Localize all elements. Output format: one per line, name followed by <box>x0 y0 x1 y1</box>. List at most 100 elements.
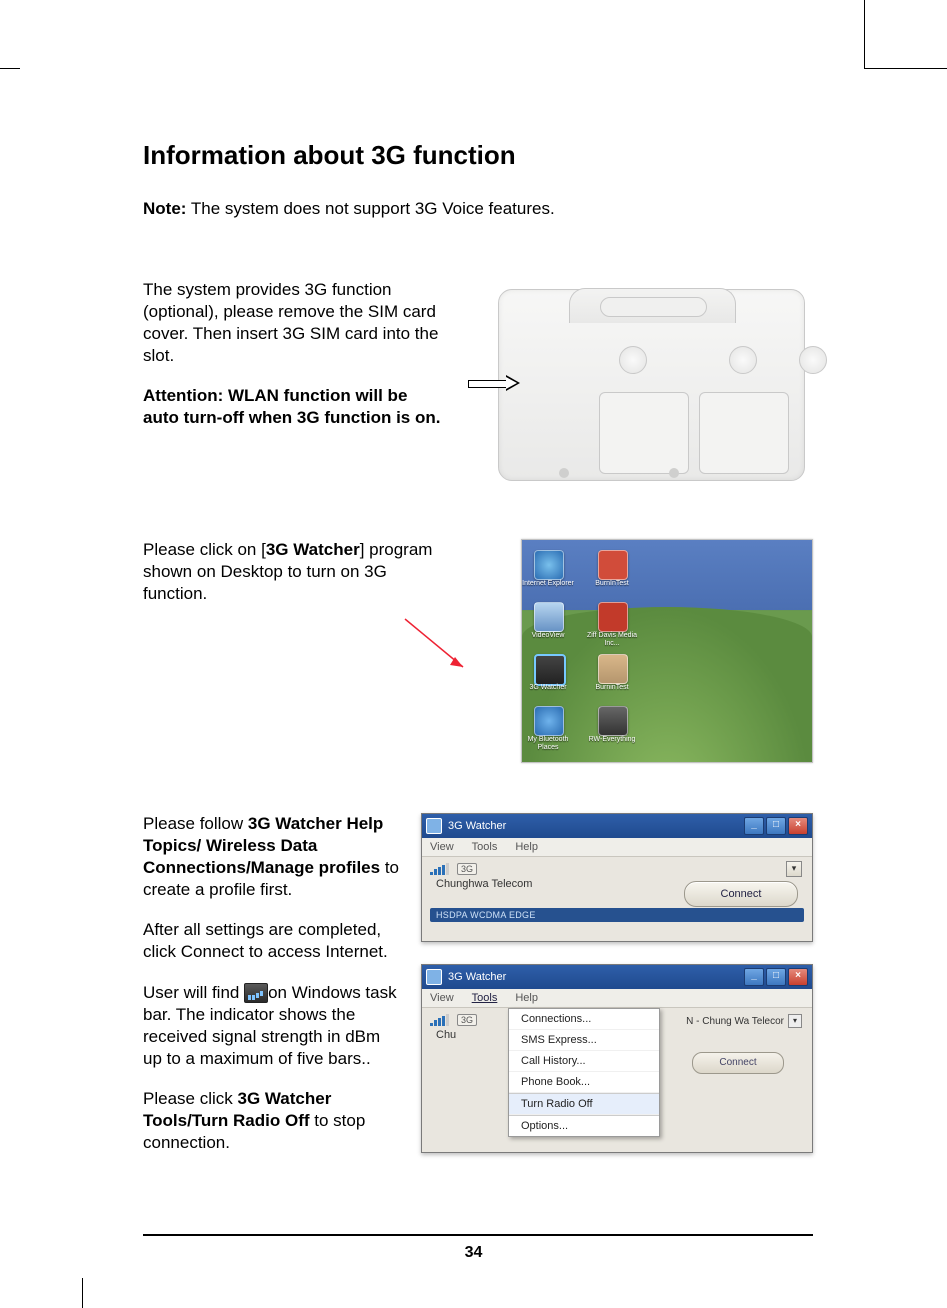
signal-bars-icon <box>430 863 449 875</box>
app-icon <box>426 818 442 834</box>
wlan-attention: Attention: WLAN function will be auto tu… <box>143 385 443 429</box>
section-watcher: Please follow 3G Watcher Help Topics/ Wi… <box>143 813 813 1175</box>
carrier-select[interactable]: N - Chung Wa Telecor ▾ <box>686 1014 802 1028</box>
menu-item-phone-book[interactable]: Phone Book... <box>509 1072 659 1093</box>
title-bar[interactable]: 3G Watcher _ □ × <box>422 814 812 838</box>
red-arrow-icon <box>403 617 473 677</box>
window-title: 3G Watcher <box>448 971 506 983</box>
footer-rule <box>143 1234 813 1236</box>
text-column: Please follow 3G Watcher Help Topics/ Wi… <box>143 813 403 1172</box>
crop-mark <box>864 0 865 68</box>
videoview-icon[interactable] <box>534 602 564 632</box>
close-button[interactable]: × <box>788 817 808 835</box>
window-buttons: _ □ × <box>744 817 808 835</box>
icon-label: RW-Everything <box>582 736 642 744</box>
chevron-down-icon[interactable]: ▾ <box>788 1014 802 1028</box>
figure-column <box>461 279 813 489</box>
battery-cover <box>599 392 689 474</box>
screw-icon <box>729 346 757 374</box>
title-bar[interactable]: 3G Watcher _ □ × <box>422 965 812 989</box>
sim-cover <box>699 392 789 474</box>
content-area: Information about 3G function Note: The … <box>143 140 813 1175</box>
icon-label: Internet Explorer <box>521 580 578 588</box>
rw-everything-icon[interactable] <box>598 706 628 736</box>
menu-item-turn-radio-off[interactable]: Turn Radio Off <box>509 1093 659 1115</box>
figure-column: Internet Explorer BurnInTest VideoView Z… <box>461 539 813 763</box>
text: Please click <box>143 1089 237 1108</box>
connect-button[interactable]: Connect <box>692 1052 784 1074</box>
window-title: 3G Watcher <box>448 820 506 832</box>
maximize-button[interactable]: □ <box>766 968 786 986</box>
signal-bars-icon <box>430 1014 449 1026</box>
menu-item-call-history[interactable]: Call History... <box>509 1051 659 1072</box>
internet-explorer-icon[interactable] <box>534 550 564 580</box>
app-icon <box>426 969 442 985</box>
desktop-screenshot: Internet Explorer BurnInTest VideoView Z… <box>521 539 813 763</box>
signal-row: 3G <box>430 863 804 875</box>
profile-paragraph: Please follow 3G Watcher Help Topics/ Wi… <box>143 813 403 901</box>
menu-view[interactable]: View <box>430 992 454 1004</box>
figure-column: 3G Watcher _ □ × View Tools Help <box>421 813 811 1175</box>
icon-label: Ziff Davis Media Inc... <box>582 632 642 647</box>
foot-icon <box>669 468 679 478</box>
icon-label: My Bluetooth Places <box>521 736 578 751</box>
minimize-button[interactable]: _ <box>744 817 764 835</box>
status-text: HSDPA WCDMA EDGE <box>430 908 804 922</box>
page-number: 34 <box>0 1244 947 1262</box>
section-desktop-launch: Please click on [3G Watcher] program sho… <box>143 539 813 763</box>
menu-item-sms[interactable]: SMS Express... <box>509 1030 659 1051</box>
menu-item-options[interactable]: Options... <box>509 1115 659 1136</box>
signal-tray-icon <box>244 983 268 1003</box>
program-name: 3G Watcher <box>266 540 360 559</box>
screw-icon <box>619 346 647 374</box>
connect-paragraph: After all settings are completed, click … <box>143 919 403 963</box>
dropdown-button[interactable]: ▾ <box>786 861 802 877</box>
close-button[interactable]: × <box>788 968 808 986</box>
crop-mark <box>0 68 20 69</box>
menu-item-connections[interactable]: Connections... <box>509 1009 659 1030</box>
note-line: Note: The system does not support 3G Voi… <box>143 199 813 219</box>
note-text: The system does not support 3G Voice fea… <box>186 199 554 218</box>
menu-help[interactable]: Help <box>515 992 538 1004</box>
burnintest-icon[interactable] <box>598 654 628 684</box>
sim-paragraph: The system provides 3G function (optiona… <box>143 279 443 367</box>
bluetooth-places-icon[interactable] <box>534 706 564 736</box>
tools-menu-popup: Connections... SMS Express... Call Histo… <box>508 1008 660 1137</box>
window-body: 3G Chu N - Chung Wa Telecor ▾ Connect Co… <box>422 1008 812 1152</box>
launch-paragraph: Please click on [3G Watcher] program sho… <box>143 539 443 605</box>
signal-paragraph: User will find on Windows task bar. The … <box>143 982 403 1070</box>
window-buttons: _ □ × <box>744 968 808 986</box>
mode-badge: 3G <box>457 863 477 875</box>
ziff-davis-icon[interactable] <box>598 602 628 632</box>
menu-tools[interactable]: Tools <box>472 841 498 853</box>
wlan-attention-bold: Attention: WLAN function will be auto tu… <box>143 386 440 427</box>
menu-help[interactable]: Help <box>515 841 538 853</box>
foot-icon <box>559 468 569 478</box>
menu-view[interactable]: View <box>430 841 454 853</box>
device-back-figure <box>468 279 813 489</box>
menu-tools[interactable]: Tools <box>472 992 498 1004</box>
handle-opening <box>600 297 707 317</box>
page: Information about 3G function Note: The … <box>0 0 947 1308</box>
text-column: Please click on [3G Watcher] program sho… <box>143 539 443 623</box>
maximize-button[interactable]: □ <box>766 817 786 835</box>
burnintest-icon[interactable] <box>598 550 628 580</box>
text: User will find <box>143 983 244 1002</box>
menu-bar: View Tools Help <box>422 989 812 1008</box>
text: Please click on [ <box>143 540 266 559</box>
3g-watcher-window: 3G Watcher _ □ × View Tools Help <box>421 813 813 942</box>
crop-mark <box>864 68 947 69</box>
text: Please follow <box>143 814 248 833</box>
3g-watcher-window-menu: 3G Watcher _ □ × View Tools Help <box>421 964 813 1153</box>
mode-badge: 3G <box>457 1014 477 1026</box>
device-handle <box>569 288 736 323</box>
carrier-select-label: N - Chung Wa Telecor <box>686 1016 784 1027</box>
page-title: Information about 3G function <box>143 140 813 171</box>
3g-watcher-icon[interactable] <box>534 654 566 686</box>
device-body <box>498 289 805 481</box>
minimize-button[interactable]: _ <box>744 968 764 986</box>
connect-button[interactable]: Connect <box>684 881 798 907</box>
icon-label: BurninTest <box>582 684 642 692</box>
screw-icon <box>799 346 827 374</box>
arrow-icon <box>468 377 524 389</box>
